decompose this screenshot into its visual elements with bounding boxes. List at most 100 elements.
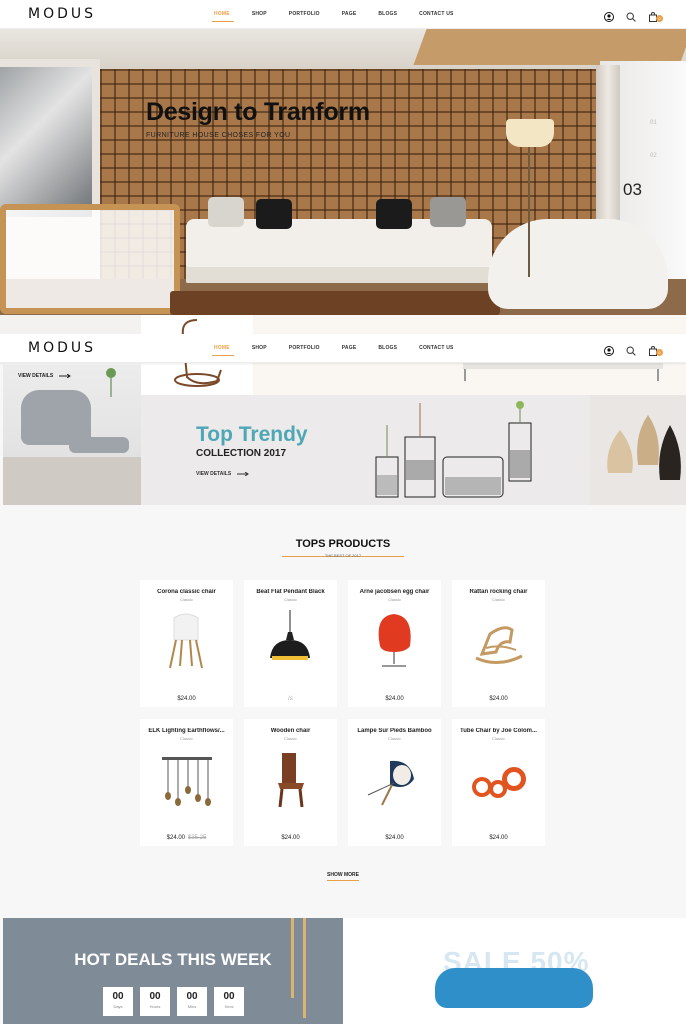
- product-card[interactable]: Wooden chair Classic $24.00: [244, 719, 337, 846]
- product-price: /s: [244, 696, 337, 702]
- top-products-section: TOPS PRODUCTS THE BEST OF 2017 Corona cl…: [0, 505, 686, 918]
- hero-bg-painting: [0, 67, 92, 217]
- price-current: $24.00: [177, 696, 196, 702]
- blue-sofa-image: [435, 968, 593, 1008]
- nav-menu: HOME SHOP PORTFOLIO PAGE BLOGS CONTACT U…: [212, 345, 604, 356]
- product-name[interactable]: Arne jacobsen egg chair: [348, 589, 441, 595]
- product-category: Classic: [492, 597, 505, 602]
- product-price: $24.00: [452, 696, 545, 702]
- countdown-hours: 00 Hours: [140, 987, 170, 1016]
- nav-portfolio[interactable]: PORTFOLIO: [289, 345, 320, 351]
- cart-icon[interactable]: 0: [648, 343, 663, 356]
- cart-icon[interactable]: 0: [648, 9, 663, 22]
- product-price: $24.00: [140, 696, 233, 702]
- nav-blogs[interactable]: BLOGS: [378, 345, 397, 351]
- banner-mid-cta[interactable]: VIEW DETAILS: [196, 471, 250, 477]
- product-price: $24.00: [348, 696, 441, 702]
- floor-lamp-image: [367, 760, 414, 806]
- product-category: Classic: [284, 597, 297, 602]
- user-icon[interactable]: [604, 343, 614, 356]
- pendant-lamps-image: [607, 415, 681, 480]
- price-current: $24.00: [489, 835, 508, 841]
- nav-blogs[interactable]: BLOGS: [378, 11, 397, 17]
- product-grid: Corona classic chair Classic $24.00 Beat…: [140, 580, 548, 846]
- product-name[interactable]: Beat Flat Pendant Black: [244, 589, 337, 595]
- product-category: Classic: [492, 736, 505, 741]
- show-more-button[interactable]: SHOW MORE: [327, 872, 359, 881]
- product-card[interactable]: Corona classic chair Classic $24.00: [140, 580, 233, 707]
- nav-icons: 0: [604, 343, 663, 356]
- banner-subtitle: COLLECTION 2017: [196, 448, 287, 459]
- product-price: $24.00: [452, 835, 545, 841]
- section-title: TOPS PRODUCTS: [295, 538, 391, 550]
- banner-pendant-lamps[interactable]: [590, 395, 686, 505]
- hero-slider: Design to Tranform FURNITURE HOUSE CHOSE…: [0, 29, 686, 315]
- product-card[interactable]: Lampe Sur Pieds Bamboo Classic $24.00: [348, 719, 441, 846]
- countdown-value: 00: [223, 991, 235, 1002]
- user-icon[interactable]: [604, 9, 614, 22]
- cart-count-badge: 0: [656, 15, 663, 22]
- price-current: /s: [288, 696, 293, 702]
- hero-sofa: [186, 219, 492, 283]
- view-details-link[interactable]: VIEW DETAILS: [196, 471, 231, 477]
- show-more-section: SHOW MORE: [0, 872, 686, 881]
- hero-coffee-table: [170, 291, 500, 315]
- nav-portfolio[interactable]: PORTFOLIO: [289, 11, 320, 17]
- hero-title: Design to Tranform: [146, 98, 370, 126]
- view-details-link[interactable]: VIEW DETAILS: [18, 373, 53, 379]
- slide-indicator-02[interactable]: 02: [650, 153, 657, 159]
- price-old: $35.25: [188, 835, 207, 841]
- brand-logo[interactable]: MODUS: [28, 340, 214, 356]
- slide-indicator-01[interactable]: 01: [650, 120, 657, 126]
- pendant-lamp-image: [270, 610, 310, 660]
- nav-home[interactable]: HOME: [212, 11, 234, 22]
- hero-pillow: [256, 199, 292, 229]
- hero-pillow: [430, 197, 466, 227]
- sale-banner[interactable]: SALE 50%: [343, 918, 686, 1024]
- wooden-chair-image: [278, 753, 304, 808]
- product-card[interactable]: Arne jacobsen egg chair Classic $24.00: [348, 580, 441, 707]
- banner-lounge-chair[interactable]: [3, 365, 141, 505]
- deals-title: HOT DEALS THIS WEEK: [74, 950, 272, 969]
- product-card[interactable]: Tube Chair by Joe Colom... Classic $24.0…: [452, 719, 545, 846]
- nav-shop[interactable]: SHOP: [252, 345, 267, 351]
- countdown-unit: Days: [113, 1004, 123, 1009]
- product-card[interactable]: Rattan rocking chair Classic $24.00: [452, 580, 545, 707]
- nav-page[interactable]: PAGE: [342, 345, 357, 351]
- countdown-value: 00: [149, 991, 161, 1002]
- product-name[interactable]: ELK Lighting Earthflows/...: [140, 728, 233, 734]
- price-current: $24.00: [489, 696, 508, 702]
- product-name[interactable]: Wooden chair: [244, 728, 337, 734]
- product-name[interactable]: Tube Chair by Joe Colom...: [452, 728, 545, 734]
- product-price: $24.00: [348, 835, 441, 841]
- nav-contact[interactable]: CONTACT US: [419, 11, 453, 17]
- hero-subtitle: FURNITURE HOUSE CHOSES FOR YOU: [146, 132, 291, 139]
- product-card[interactable]: Beat Flat Pendant Black Classic /s: [244, 580, 337, 707]
- product-name[interactable]: Corona classic chair: [140, 589, 233, 595]
- countdown-days: 00 Days: [103, 987, 133, 1016]
- brand-logo[interactable]: MODUS: [28, 6, 214, 22]
- product-category: Classic: [180, 736, 193, 741]
- nav-shop[interactable]: SHOP: [252, 11, 267, 17]
- product-category: Classic: [388, 736, 401, 741]
- price-current: $24.00: [385, 696, 404, 702]
- nav-home[interactable]: HOME: [212, 345, 234, 356]
- product-name[interactable]: Lampe Sur Pieds Bamboo: [348, 728, 441, 734]
- search-icon[interactable]: [626, 343, 636, 356]
- product-name[interactable]: Rattan rocking chair: [452, 589, 545, 595]
- slide-indicator-current[interactable]: 03: [623, 180, 642, 200]
- product-price: $24.00 $35.25: [140, 835, 233, 841]
- countdown-value: 00: [112, 991, 124, 1002]
- countdown-unit: Hours: [149, 1004, 161, 1009]
- banner-top-trendy[interactable]: Top Trendy COLLECTION 2017 VIEW DETAILS: [141, 395, 590, 505]
- arrow-right-icon: [237, 472, 250, 476]
- nav-page[interactable]: PAGE: [342, 11, 357, 17]
- hero-pillow: [208, 197, 244, 227]
- nav-contact[interactable]: CONTACT US: [419, 345, 453, 351]
- search-icon[interactable]: [626, 9, 636, 22]
- product-card[interactable]: ELK Lighting Earthflows/... Classic $24.…: [140, 719, 233, 846]
- countdown-mins: 00 Mins: [177, 987, 207, 1016]
- banner-left-cta[interactable]: VIEW DETAILS: [18, 373, 72, 379]
- nav-menu: HOME SHOP PORTFOLIO PAGE BLOGS CONTACT U…: [212, 11, 604, 22]
- arrow-right-icon: [59, 374, 72, 378]
